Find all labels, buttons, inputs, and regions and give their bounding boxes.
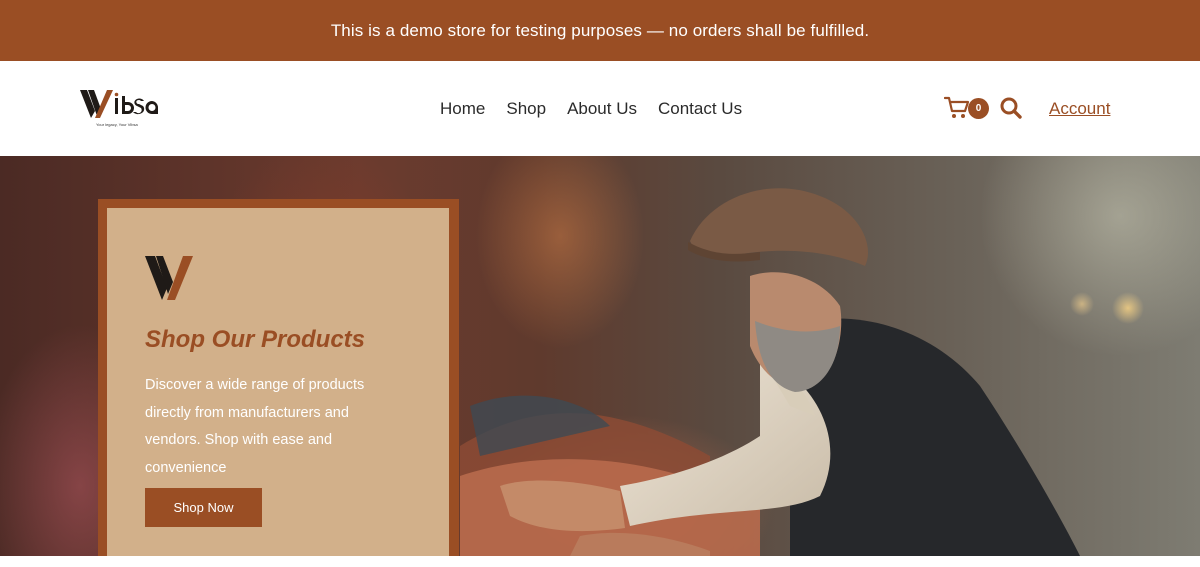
shop-now-button[interactable]: Shop Now bbox=[145, 488, 262, 527]
nav-link-about-us[interactable]: About Us bbox=[567, 99, 637, 119]
nav-link-home[interactable]: Home bbox=[440, 99, 485, 119]
search-icon bbox=[1000, 97, 1022, 119]
account-link[interactable]: Account bbox=[1049, 99, 1110, 119]
hero-section: Shop Our Products Discover a wide range … bbox=[0, 156, 1200, 556]
site-header: Your legacy, Your Vibsa Home Shop About … bbox=[0, 61, 1200, 156]
nav-link-contact-us[interactable]: Contact Us bbox=[658, 99, 742, 119]
logo-tagline: Your legacy, Your Vibsa bbox=[96, 122, 138, 127]
cart-count-badge: 0 bbox=[968, 98, 989, 119]
promo-card: Shop Our Products Discover a wide range … bbox=[107, 208, 449, 556]
promo-title: Shop Our Products bbox=[145, 326, 366, 353]
nav-link-shop[interactable]: Shop bbox=[506, 99, 546, 119]
site-logo[interactable]: Your legacy, Your Vibsa bbox=[80, 87, 162, 129]
main-navigation: Home Shop About Us Contact Us bbox=[440, 61, 742, 156]
search-button[interactable] bbox=[999, 96, 1023, 120]
demo-store-banner-text: This is a demo store for testing purpose… bbox=[330, 20, 870, 40]
cart-button[interactable]: 0 bbox=[943, 95, 992, 123]
promo-description: Discover a wide range of products direct… bbox=[145, 377, 365, 476]
cart-icon bbox=[943, 96, 970, 118]
brand-v-mark-icon bbox=[145, 256, 193, 300]
demo-store-banner: This is a demo store for testing purpose… bbox=[0, 0, 1200, 61]
hero-background-image bbox=[460, 188, 1080, 556]
